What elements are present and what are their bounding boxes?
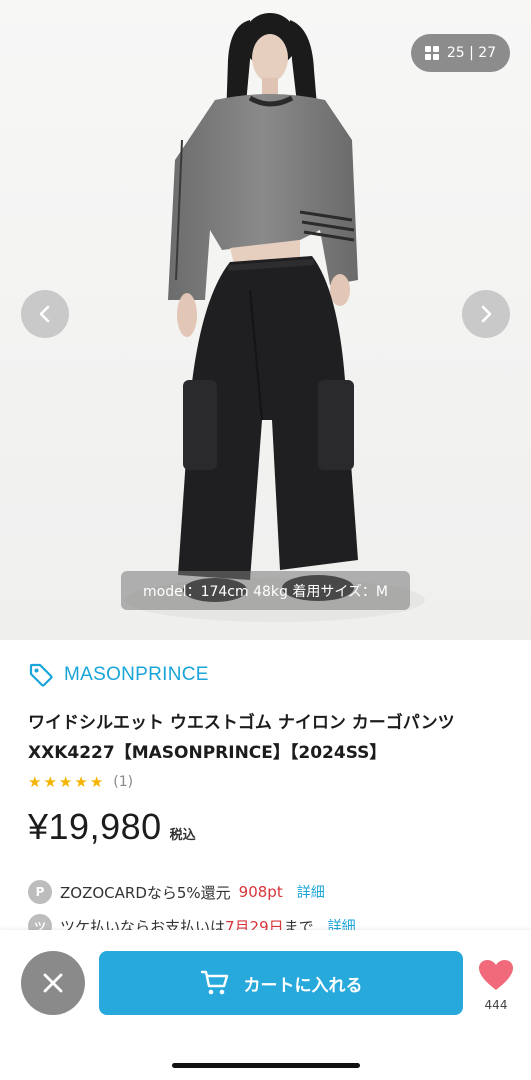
next-image-button[interactable] — [462, 290, 510, 338]
add-to-cart-label: カートに入れる — [243, 975, 363, 996]
home-indicator — [172, 1063, 360, 1068]
star-icon: ★ — [74, 773, 88, 791]
add-to-cart-button[interactable]: カートに入れる — [99, 951, 463, 1015]
star-icon: ★ — [28, 773, 42, 791]
points-text: ZOZOCARDなら5%還元 — [60, 883, 231, 902]
star-icon: ★ — [89, 773, 104, 791]
tax-label: 税込 — [169, 828, 196, 843]
review-count[interactable]: (1) — [113, 774, 133, 790]
brand-name[interactable]: MASONPRINCE — [64, 664, 209, 686]
previous-image-button[interactable] — [21, 290, 69, 338]
points-icon: P — [28, 880, 52, 904]
tag-icon — [29, 663, 53, 687]
star-icon: ★ — [58, 773, 73, 791]
product-title: ワイドシルエット ウエストゴム ナイロン カーゴパンツ XXK4227【MASO… — [28, 713, 455, 763]
brand-link[interactable]: MASONPRINCE — [28, 662, 209, 688]
star-icon: ★ — [43, 773, 57, 791]
close-icon — [43, 973, 63, 993]
rating[interactable]: ★ ★ ★ ★ ★ (1) — [28, 773, 133, 791]
chevron-right-icon — [481, 305, 492, 323]
product-photo — [0, 0, 531, 640]
price-row: ¥19,980 税込 — [28, 806, 196, 848]
chevron-left-icon — [39, 305, 50, 323]
image-counter[interactable]: 25 | 27 — [411, 34, 510, 72]
favorite-button[interactable]: 444 — [474, 958, 518, 1012]
model-info-caption: model：174cm 48kg 着用サイズ：M — [121, 571, 410, 610]
heart-icon — [479, 960, 513, 990]
product-image-gallery[interactable]: 25 | 27 model：174cm 48kg 着用サイズ：M — [0, 0, 531, 640]
points-detail-link[interactable]: 詳細 — [297, 882, 325, 902]
close-button[interactable] — [21, 951, 85, 1015]
price: ¥19,980 — [28, 806, 162, 847]
points-row: P ZOZOCARDなら5%還元 908pt 詳細 — [28, 880, 325, 904]
cart-icon — [200, 970, 228, 995]
image-counter-text: 25 | 27 — [446, 45, 497, 61]
points-value: 908pt — [238, 883, 283, 901]
grid-icon — [424, 46, 439, 60]
favorite-count: 444 — [484, 998, 508, 1012]
